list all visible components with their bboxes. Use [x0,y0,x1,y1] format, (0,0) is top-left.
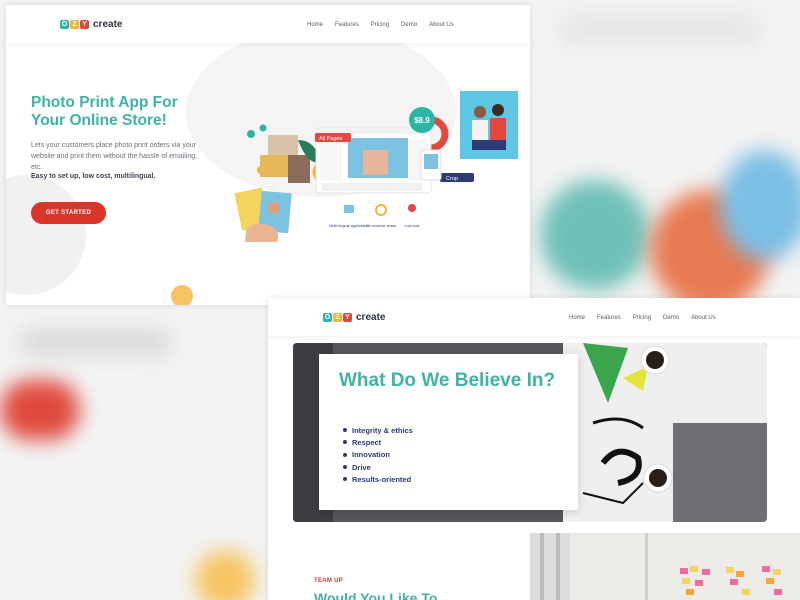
hero-description: Lets your customers place photo print or… [31,142,198,171]
team-up-eyebrow: TEAM UP [314,578,344,584]
price-label: $8.9 [414,116,430,125]
family-photo [460,91,518,159]
price-badge: $8.9 [409,107,435,133]
feature-label-revenue: No revenue share [366,224,396,228]
value-item: Integrity & ethics [343,424,413,436]
photo-thumbnail [268,135,298,157]
blur-shape [720,150,800,260]
values-list: Integrity & ethics Respect Innovation Dr… [343,424,413,485]
logo-letter: Y [343,313,352,322]
blur-shape [20,330,170,355]
beliefs-title: What Do We Believe In? [339,370,556,391]
nav-link-features[interactable]: Features [335,22,359,28]
nav-link-features[interactable]: Features [597,315,621,321]
nav-link-demo[interactable]: Demo [663,315,679,321]
bullet-icon [343,477,347,482]
bullet-icon [343,452,347,457]
blur-shape [540,180,650,290]
logo-word: create [356,312,386,323]
value-item: Drive [343,461,413,473]
blur-shape [560,15,760,45]
ozy-create-logo[interactable]: O Z Y create [323,312,385,323]
ozy-create-logo[interactable]: O Z Y create [60,19,122,30]
bullet-icon [343,465,347,470]
phone-screen [424,154,438,169]
value-item: Respect [343,436,413,448]
logo-letter: Y [80,20,89,29]
background-blob [6,175,86,295]
feature-icon-multilingual: Multi-lingual application [329,205,369,228]
feature-label-multilingual: Multi-lingual application [329,224,368,228]
value-label: Integrity & ethics [352,425,413,435]
all-pages-tag: All Pages [315,133,351,142]
hero-tagline: Easy to set up, low cost, multilingual. [31,173,156,180]
nav-link-home[interactable]: Home [569,315,585,321]
value-item: Innovation [343,449,413,461]
bullet-icon [343,440,347,445]
nav-menu: Home Features Pricing Demo About Us [307,22,454,28]
beliefs-card: What Do We Believe In? Integrity & ethic… [319,354,578,510]
top-navigation: O Z Y create Home Features Pricing Demo … [6,5,530,43]
value-item: Results-oriented [343,473,413,485]
crop-label: Crop [446,176,458,182]
feature-icon-low-cost: Low cost [405,204,421,228]
nav-menu: Home Features Pricing Demo About Us [569,315,716,321]
office-photo-illustration [530,533,800,600]
value-label: Results-oriented [352,474,412,484]
blur-shape [0,380,80,440]
all-pages-label: All Pages [319,136,342,142]
nav-link-about-us[interactable]: About Us [691,315,716,321]
about-page-screenshot: O Z Y create Home Features Pricing Demo … [268,298,800,600]
nav-link-about-us[interactable]: About Us [429,22,454,28]
photo-thumbnail [288,155,310,183]
office-photo [530,533,800,600]
nav-link-demo[interactable]: Demo [401,22,417,28]
top-navigation: O Z Y create Home Features Pricing Demo … [268,298,800,336]
crop-tag: Crop [440,173,474,182]
hero-page-screenshot: O Z Y create Home Features Pricing Demo … [6,5,530,305]
blur-shape [195,550,255,600]
bullet-icon [343,428,347,433]
feature-label-low-cost: Low cost [405,224,421,228]
product-illustration: $8.9 All Pages Crop Multi-lingual applic… [234,91,518,242]
team-up-title: Would You Like To [314,590,438,600]
photo-prints-in-hand [234,187,292,242]
hero-title: Photo Print App For Your Online Store! [31,94,178,129]
logo-letter: Z [333,313,342,322]
nav-link-pricing[interactable]: Pricing [633,315,651,321]
get-started-button[interactable]: GET STARTED [31,202,106,224]
logo-letter: O [60,20,69,29]
logo-letter: Z [70,20,79,29]
nav-link-home[interactable]: Home [307,22,323,28]
logo-letter: O [323,313,332,322]
nav-link-pricing[interactable]: Pricing [371,22,389,28]
value-label: Respect [352,437,382,447]
decor-yellow-circle [171,285,193,305]
logo-word: create [93,19,123,30]
value-label: Innovation [352,450,390,460]
value-label: Drive [352,462,371,472]
feature-icon-no-revenue-share: No revenue share [366,204,396,228]
